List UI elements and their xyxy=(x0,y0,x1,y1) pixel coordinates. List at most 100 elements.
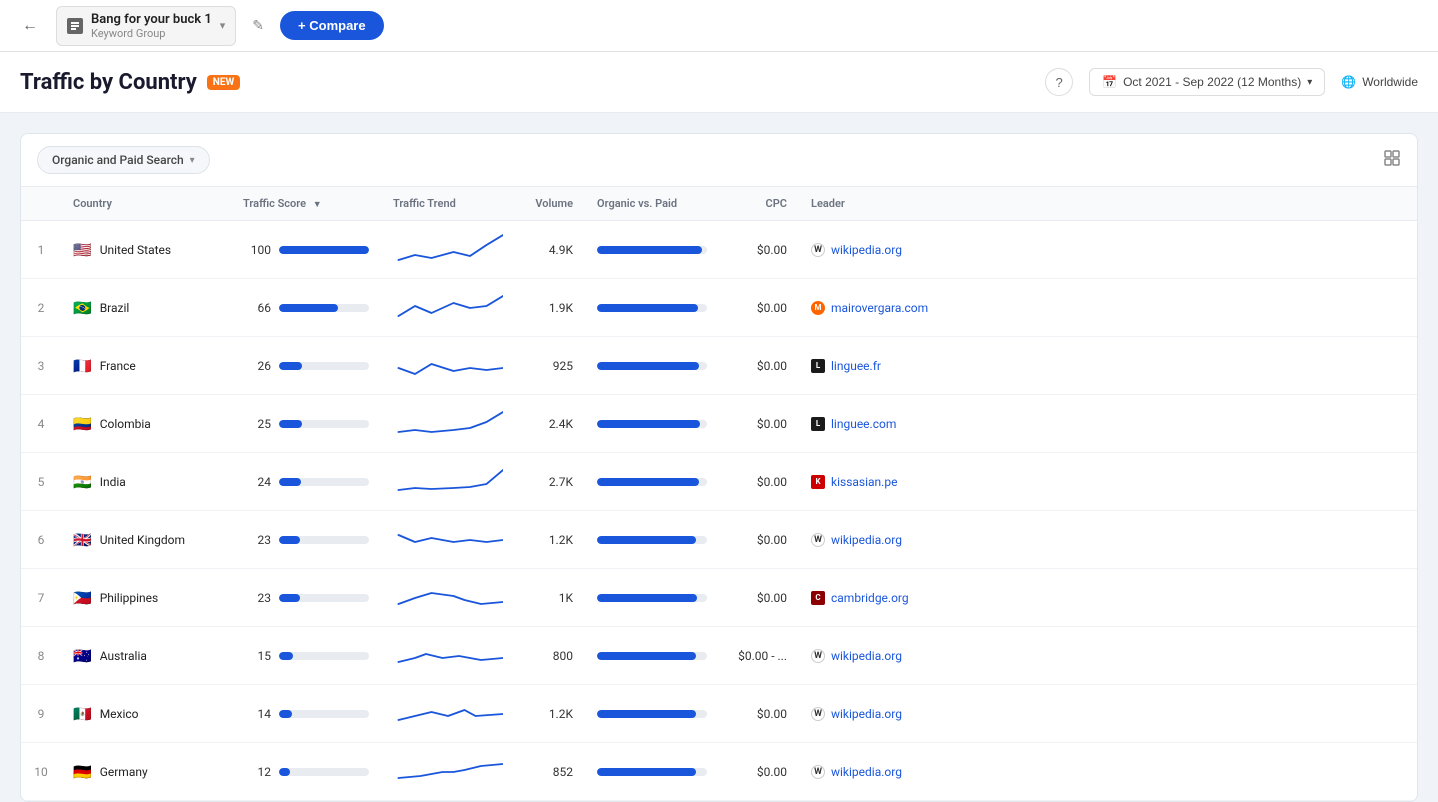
cpc-cell: $0.00 xyxy=(719,511,799,569)
table-row: 10 🇩🇪 Germany 12 852 $0.00 xyxy=(21,743,1417,801)
volume-cell: 852 xyxy=(515,743,585,801)
export-button[interactable] xyxy=(1383,149,1401,172)
score-bar xyxy=(279,478,369,486)
sort-icon: ▼ xyxy=(313,200,322,210)
col-header-leader[interactable]: Leader xyxy=(799,187,1417,221)
leader-name[interactable]: kissasian.pe xyxy=(831,475,897,489)
table-row: 6 🇬🇧 United Kingdom 23 1.2K $0.00 xyxy=(21,511,1417,569)
score-bar-fill xyxy=(279,362,302,370)
country-name: France xyxy=(100,359,136,373)
back-button[interactable]: ← xyxy=(16,12,44,40)
trend-cell xyxy=(381,395,515,453)
leader-name[interactable]: wikipedia.org xyxy=(831,765,902,779)
rank-cell: 2 xyxy=(21,279,61,337)
volume-cell: 2.4K xyxy=(515,395,585,453)
col-header-organic-vs-paid[interactable]: Organic vs. Paid xyxy=(585,187,719,221)
country-flag: 🇵🇭 xyxy=(73,589,92,607)
volume-cell: 2.7K xyxy=(515,453,585,511)
keyword-group-sub: Keyword Group xyxy=(91,27,212,40)
country-name: Mexico xyxy=(100,707,139,721)
score-cell: 26 xyxy=(231,337,381,395)
leader-name[interactable]: linguee.com xyxy=(831,417,896,431)
leader-name[interactable]: wikipedia.org xyxy=(831,649,902,663)
col-header-traffic-trend[interactable]: Traffic Trend xyxy=(381,187,515,221)
organic-cell xyxy=(585,337,719,395)
leader-cell: W wikipedia.org xyxy=(799,743,1417,801)
keyword-group-icon xyxy=(67,18,83,34)
score-value: 15 xyxy=(243,649,271,663)
score-value: 26 xyxy=(243,359,271,373)
leader-name[interactable]: wikipedia.org xyxy=(831,707,902,721)
country-cell: 🇮🇳 India xyxy=(61,453,231,511)
col-header-volume[interactable]: Volume xyxy=(515,187,585,221)
date-range-button[interactable]: 📅 Oct 2021 - Sep 2022 (12 Months) ▾ xyxy=(1089,68,1325,96)
leader-name[interactable]: wikipedia.org xyxy=(831,533,902,547)
worldwide-button[interactable]: 🌐 Worldwide xyxy=(1341,75,1418,89)
score-bar-fill xyxy=(279,536,300,544)
col-header-traffic-score[interactable]: Traffic Score ▼ xyxy=(231,187,381,221)
leader-cell: W wikipedia.org xyxy=(799,627,1417,685)
trend-cell xyxy=(381,569,515,627)
country-cell: 🇩🇪 Germany xyxy=(61,743,231,801)
score-cell: 24 xyxy=(231,453,381,511)
score-bar xyxy=(279,652,369,660)
table-row: 7 🇵🇭 Philippines 23 1K $0.00 xyxy=(21,569,1417,627)
trend-cell xyxy=(381,627,515,685)
filter-dropdown[interactable]: Organic and Paid Search ▾ xyxy=(37,146,210,174)
trend-cell xyxy=(381,743,515,801)
score-value: 25 xyxy=(243,417,271,431)
rank-cell: 6 xyxy=(21,511,61,569)
col-header-cpc[interactable]: CPC xyxy=(719,187,799,221)
rank-cell: 8 xyxy=(21,627,61,685)
country-flag: 🇺🇸 xyxy=(73,241,92,259)
keyword-group-badge[interactable]: Bang for your buck 1 Keyword Group ▾ xyxy=(56,6,236,46)
organic-bar xyxy=(597,652,707,660)
leader-cell: C cambridge.org xyxy=(799,569,1417,627)
country-name: United Kingdom xyxy=(100,533,185,547)
organic-bar xyxy=(597,478,707,486)
trend-cell xyxy=(381,453,515,511)
organic-cell xyxy=(585,627,719,685)
cpc-cell: $0.00 xyxy=(719,743,799,801)
rank-cell: 4 xyxy=(21,395,61,453)
organic-bar-fill xyxy=(597,536,696,544)
score-value: 66 xyxy=(243,301,271,315)
organic-bar xyxy=(597,768,707,776)
organic-bar xyxy=(597,536,707,544)
score-cell: 15 xyxy=(231,627,381,685)
table-card: Organic and Paid Search ▾ Country Traffi… xyxy=(20,133,1418,802)
score-bar-fill xyxy=(279,246,369,254)
country-name: Germany xyxy=(100,765,148,779)
score-cell: 100 xyxy=(231,221,381,279)
leader-name[interactable]: linguee.fr xyxy=(831,359,881,373)
data-table: Country Traffic Score ▼ Traffic Trend Vo… xyxy=(21,187,1417,801)
volume-cell: 800 xyxy=(515,627,585,685)
leader-name[interactable]: wikipedia.org xyxy=(831,243,902,257)
country-flag: 🇫🇷 xyxy=(73,357,92,375)
country-cell: 🇦🇺 Australia xyxy=(61,627,231,685)
score-value: 23 xyxy=(243,533,271,547)
leader-cell: L linguee.fr xyxy=(799,337,1417,395)
organic-cell xyxy=(585,221,719,279)
organic-cell xyxy=(585,395,719,453)
leader-name[interactable]: cambridge.org xyxy=(831,591,909,605)
trend-cell xyxy=(381,221,515,279)
col-header-country[interactable]: Country xyxy=(61,187,231,221)
organic-cell xyxy=(585,685,719,743)
edit-button[interactable]: ✎ xyxy=(248,13,268,38)
help-button[interactable]: ? xyxy=(1045,68,1073,96)
score-cell: 14 xyxy=(231,685,381,743)
country-flag: 🇨🇴 xyxy=(73,415,92,433)
compare-button[interactable]: + Compare xyxy=(280,11,384,40)
rank-cell: 7 xyxy=(21,569,61,627)
worldwide-label: Worldwide xyxy=(1362,75,1418,89)
country-flag: 🇬🇧 xyxy=(73,531,92,549)
main-content: Organic and Paid Search ▾ Country Traffi… xyxy=(0,113,1438,802)
country-flag: 🇦🇺 xyxy=(73,647,92,665)
organic-bar xyxy=(597,710,707,718)
organic-bar-fill xyxy=(597,652,696,660)
leader-name[interactable]: mairovergara.com xyxy=(831,301,928,315)
score-bar-fill xyxy=(279,304,338,312)
organic-bar-fill xyxy=(597,594,697,602)
cpc-cell: $0.00 xyxy=(719,395,799,453)
